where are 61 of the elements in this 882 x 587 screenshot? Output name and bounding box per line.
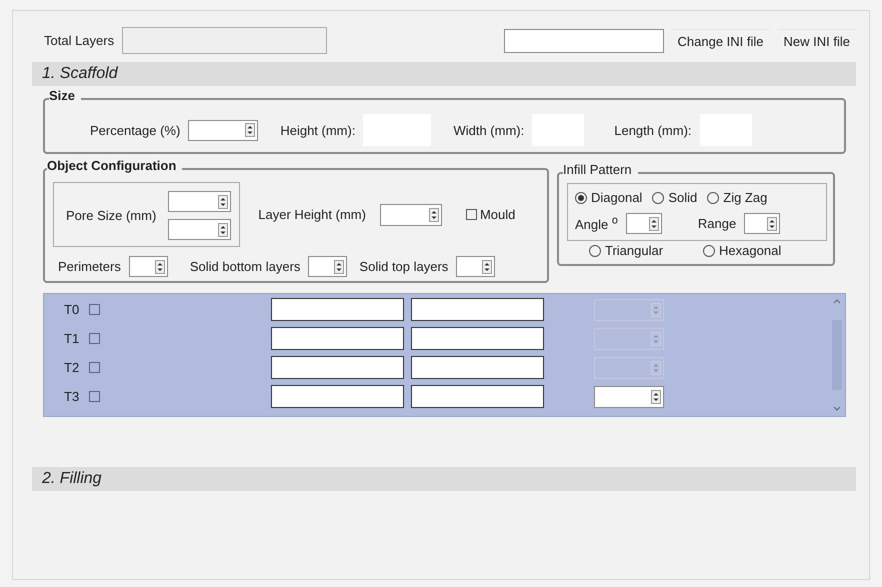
stepper-icon[interactable] (651, 390, 661, 404)
tool-field[interactable] (411, 298, 544, 321)
radio-label: Solid (668, 190, 698, 205)
stepper-icon[interactable] (482, 260, 492, 274)
radio-icon[interactable] (703, 244, 716, 256)
tool-field[interactable] (411, 385, 544, 408)
radio-option[interactable]: Diagonal (575, 190, 642, 205)
radio-label: Triangular (605, 243, 664, 258)
ini-path-field[interactable] (504, 28, 664, 52)
tool-checkbox[interactable] (89, 391, 100, 402)
field-label: Angle $^{o}$ (575, 214, 618, 232)
stepper-icon[interactable] (334, 260, 344, 274)
radio-icon[interactable] (707, 192, 720, 204)
field-label: Height (mm): (280, 122, 356, 138)
group-title: Size (49, 88, 82, 103)
mould-checkbox[interactable]: Mould (466, 207, 516, 222)
stepper-icon[interactable] (154, 260, 165, 274)
radio-icon[interactable] (575, 192, 587, 204)
tool-label: T1 (64, 331, 80, 346)
tool-field[interactable] (411, 327, 544, 350)
group-title: Infill Pattern (563, 162, 638, 177)
field-label: Range (698, 216, 736, 231)
radio-icon[interactable] (652, 192, 664, 204)
stepper-icon[interactable] (767, 216, 778, 230)
radio-option[interactable]: Solid (652, 190, 698, 205)
group-title: Object Configuration (47, 158, 182, 173)
stepper-icon[interactable] (428, 208, 439, 222)
stepper-icon[interactable] (218, 194, 228, 208)
tool-field[interactable] (271, 298, 404, 321)
scroll-up-icon[interactable] (833, 298, 841, 304)
stepper-icon[interactable] (648, 216, 659, 230)
radio-option[interactable]: Hexagonal (703, 243, 782, 258)
field-label: Percentage (%) (90, 122, 180, 138)
field-label: Width (mm): (453, 122, 524, 138)
section-title: 2. Filling (42, 470, 102, 488)
tool-field[interactable] (411, 356, 544, 379)
field-label: Perimeters (58, 259, 121, 274)
radio-option[interactable]: Triangular (589, 243, 664, 258)
section-title: 1. Scaffold (42, 65, 118, 83)
field-label: Pore Size (mm) (66, 208, 156, 223)
checkbox-label: Mould (480, 207, 516, 222)
field-label: Solid bottom layers (190, 259, 300, 274)
field-label: Solid top layers (359, 259, 448, 274)
radio-label: Hexagonal (719, 243, 782, 258)
tool-field[interactable] (271, 385, 404, 408)
tool-field[interactable] (271, 327, 404, 350)
tool-label: T3 (64, 389, 80, 404)
checkbox-icon[interactable] (466, 209, 477, 220)
radio-label: Zig Zag (723, 190, 768, 205)
total-layers-label: Total Layers (44, 33, 114, 48)
tool-field[interactable] (271, 356, 404, 379)
stepper-icon[interactable] (245, 123, 256, 137)
field-label: Length (mm): (614, 122, 692, 138)
tool-label: T2 (64, 360, 80, 375)
field-label: Layer Height (mm) (258, 207, 366, 222)
radio-label: Diagonal (591, 190, 642, 205)
tool-label: T0 (64, 302, 80, 317)
radio-option[interactable]: Zig Zag (707, 190, 768, 205)
stepper-icon[interactable] (218, 222, 228, 236)
radio-icon[interactable] (589, 244, 601, 256)
scroll-down-icon[interactable] (833, 406, 841, 412)
